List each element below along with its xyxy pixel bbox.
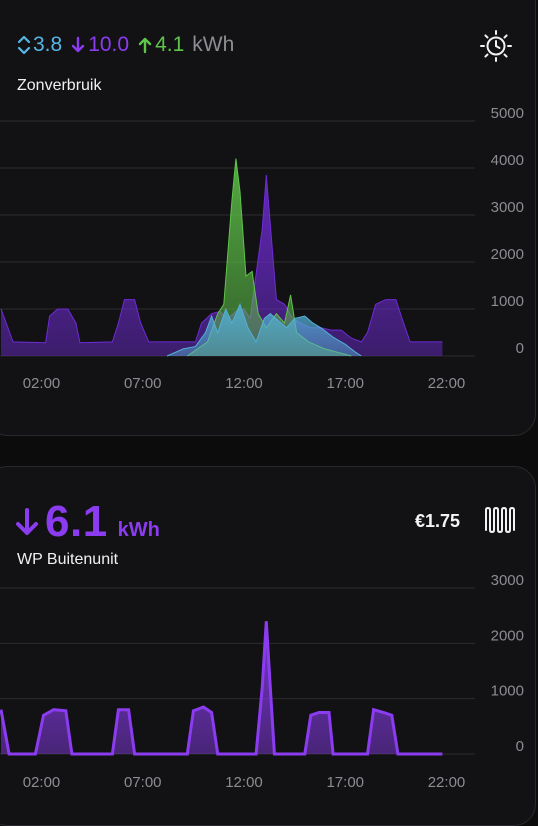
heatpump-x-tick-label: 12:00 bbox=[225, 774, 263, 791]
heatpump-y-tick-label: 1000 bbox=[491, 683, 524, 700]
heatpump-y-tick-label: 2000 bbox=[491, 627, 524, 644]
solar-y-tick-label: 2000 bbox=[491, 246, 524, 263]
heat-pump-chart[interactable]: 0 1000 2000 3000 02:00 07:00 12:00 17:00 22:00 bbox=[0, 567, 537, 807]
heat-pump-unit: kWh bbox=[117, 519, 160, 541]
solar-y-tick-label: 4000 bbox=[491, 152, 524, 169]
solar-usage-chart[interactable]: 0 1000 2000 3000 4000 5000 02:00 07:00 12:00 17:0… bbox=[0, 1, 537, 421]
solar-y-tick-label: 0 bbox=[516, 340, 524, 357]
heatpump-x-tick-label: 02:00 bbox=[23, 774, 61, 791]
heat-pump-value: 6.1 bbox=[45, 497, 108, 546]
solar-y-tick-label: 3000 bbox=[491, 199, 524, 216]
solar-x-tick-label: 12:00 bbox=[225, 375, 263, 392]
solar-x-tick-label: 07:00 bbox=[124, 375, 162, 392]
heatpump-x-tick-label: 07:00 bbox=[124, 774, 162, 791]
solar-x-tick-label: 17:00 bbox=[326, 375, 364, 392]
solar-x-tick-label: 22:00 bbox=[428, 375, 466, 392]
heatpump-x-tick-label: 17:00 bbox=[326, 774, 364, 791]
cost-value: €1.75 bbox=[415, 511, 461, 531]
heat-pump-card[interactable]: 6.1 kWh €1.75 WP Buitenunit 0 1000 2000 300… bbox=[0, 466, 536, 826]
solar-y-tick-label: 1000 bbox=[491, 293, 524, 310]
solar-x-tick-label: 02:00 bbox=[23, 375, 61, 392]
solar-y-tick-label: 5000 bbox=[491, 105, 524, 122]
radiator-icon[interactable] bbox=[483, 505, 517, 540]
heatpump-series-area-0 bbox=[1, 621, 443, 754]
heatpump-x-tick-label: 22:00 bbox=[428, 774, 466, 791]
heatpump-y-tick-label: 3000 bbox=[491, 572, 524, 589]
solar-usage-card[interactable]: 3.8 10.0 4.1 kWh Zonverbruik 0 1000 2000… bbox=[0, 0, 536, 436]
heat-pump-usage: 6.1 kWh bbox=[15, 497, 160, 547]
arrow-down-icon bbox=[16, 508, 38, 535]
heatpump-y-tick-label: 0 bbox=[516, 738, 524, 755]
